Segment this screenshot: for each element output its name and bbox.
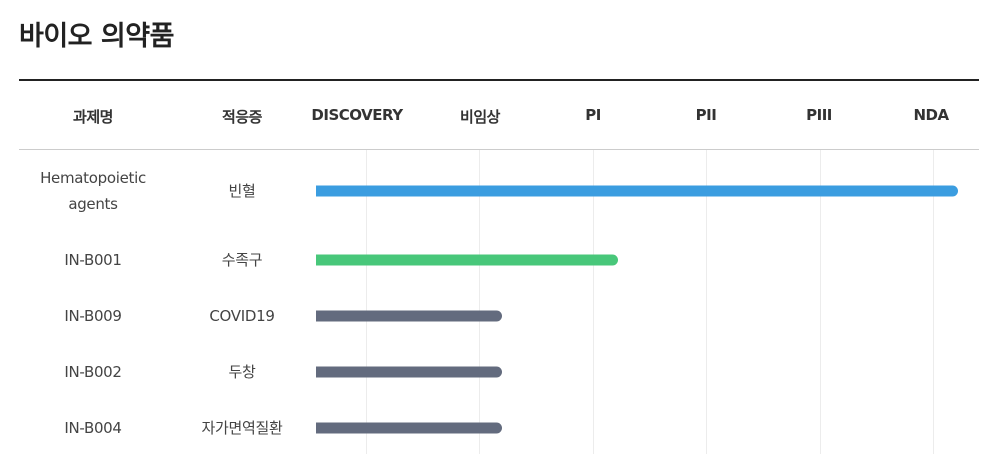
pipeline-table: Hematopoietic agents 빈혈 IN-B001 수족구 IN-B… [0, 0, 993, 454]
progress-bar [316, 366, 502, 378]
project-name: IN-B002 [64, 363, 122, 381]
indication: 자가면역질환 [201, 419, 283, 437]
indication: 수족구 [221, 251, 263, 269]
progress-bar [316, 310, 502, 322]
indication: 두창 [228, 363, 256, 381]
progress-bar [316, 422, 502, 434]
progress-bar [316, 185, 958, 197]
project-name: Hematopoietic agents [40, 169, 146, 213]
project-name: IN-B009 [64, 307, 122, 325]
indication: COVID19 [209, 307, 275, 325]
project-name: IN-B004 [64, 419, 122, 437]
indication: 빈혈 [228, 182, 256, 200]
project-name: IN-B001 [64, 251, 122, 269]
progress-bar [316, 254, 618, 266]
